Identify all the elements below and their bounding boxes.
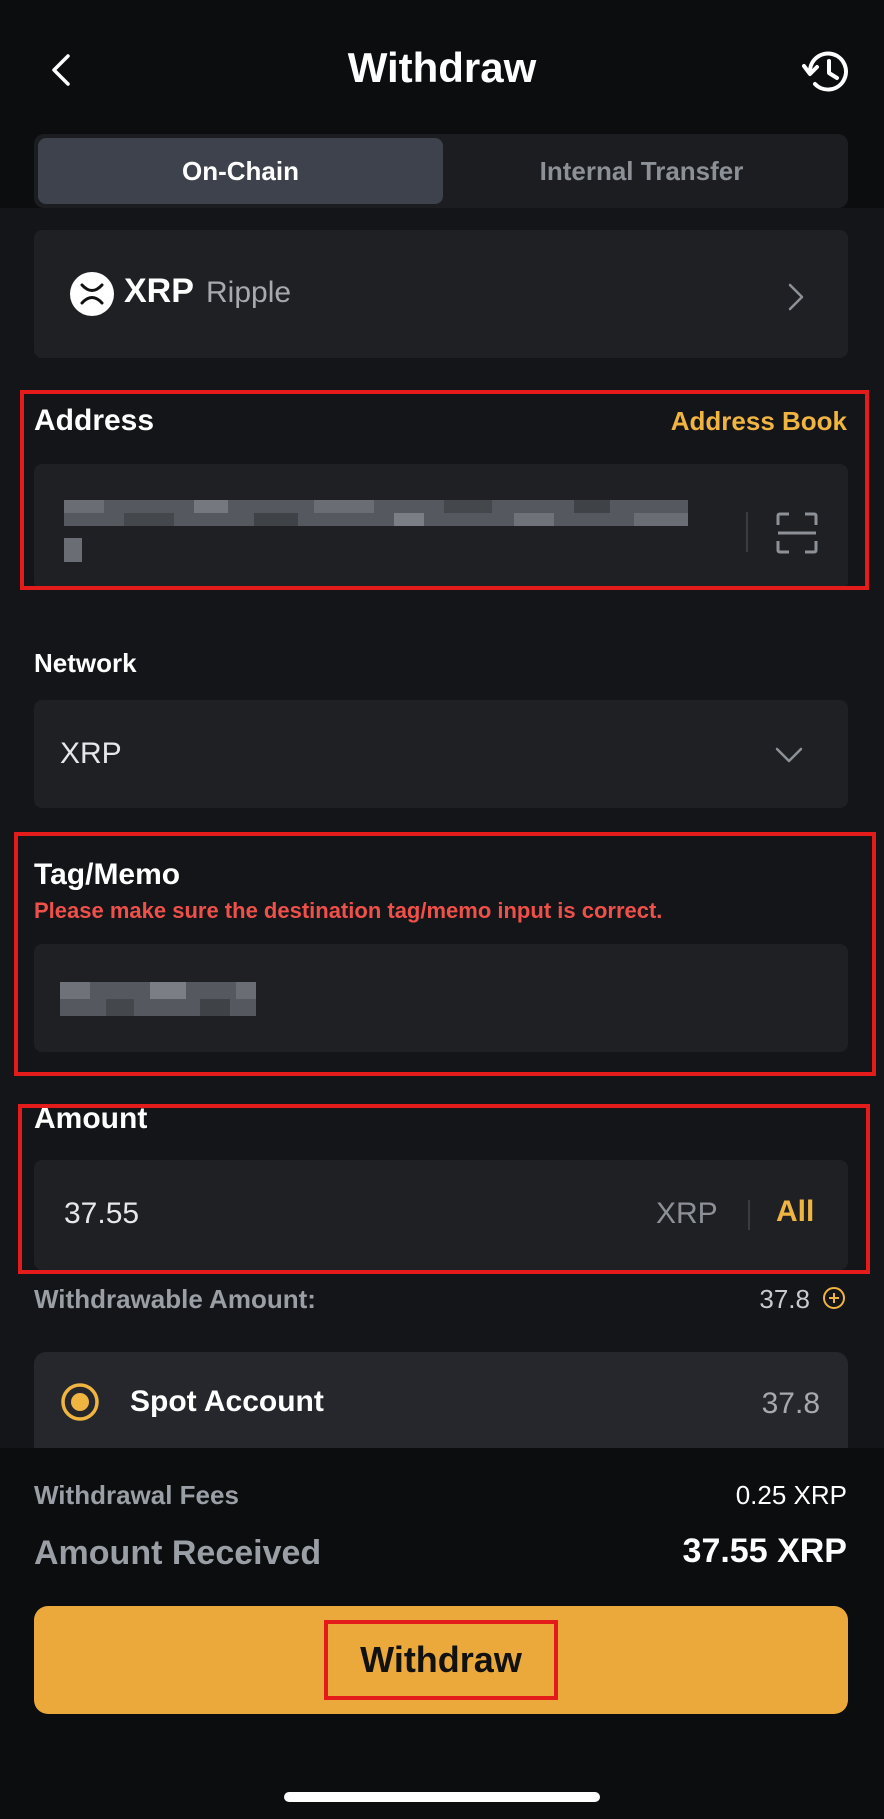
withdrawable-amount-label: Withdrawable Amount: [34,1284,316,1314]
highlight-box-address [20,390,869,590]
spot-account-value: 37.8 [761,1387,820,1420]
tab-internal-transfer[interactable]: Internal Transfer [439,138,844,204]
network-value: XRP [60,737,122,770]
radio-selected-icon[interactable] [60,1382,100,1422]
xrp-logo-icon [70,272,114,316]
tab-on-chain[interactable]: On-Chain [38,138,443,204]
highlight-box-tag-memo [14,832,876,1076]
coin-name: Ripple [206,276,292,309]
network-select[interactable] [34,700,848,808]
page-title: Withdraw [347,44,537,91]
spot-account-label: Spot Account [130,1385,324,1418]
chevron-right-icon [780,280,810,314]
coin-symbol: XRP [124,272,194,310]
home-indicator [284,1792,600,1802]
withdrawal-fees-label: Withdrawal Fees [34,1480,239,1510]
history-icon [802,51,848,92]
highlight-box-withdraw [324,1620,558,1700]
highlight-box-amount [18,1104,870,1274]
amount-received-value: 37.55 XRP [682,1532,847,1570]
withdrawable-amount-value: 37.8 [759,1284,810,1314]
amount-received-label: Amount Received [34,1534,322,1572]
plus-circle-icon[interactable] [822,1286,846,1310]
withdrawal-fees-value: 0.25 XRP [735,1480,847,1510]
network-label: Network [34,648,137,678]
history-button[interactable] [800,44,856,100]
chevron-down-icon [772,744,806,766]
withdraw-type-tabs: On-Chain Internal Transfer [34,134,848,208]
